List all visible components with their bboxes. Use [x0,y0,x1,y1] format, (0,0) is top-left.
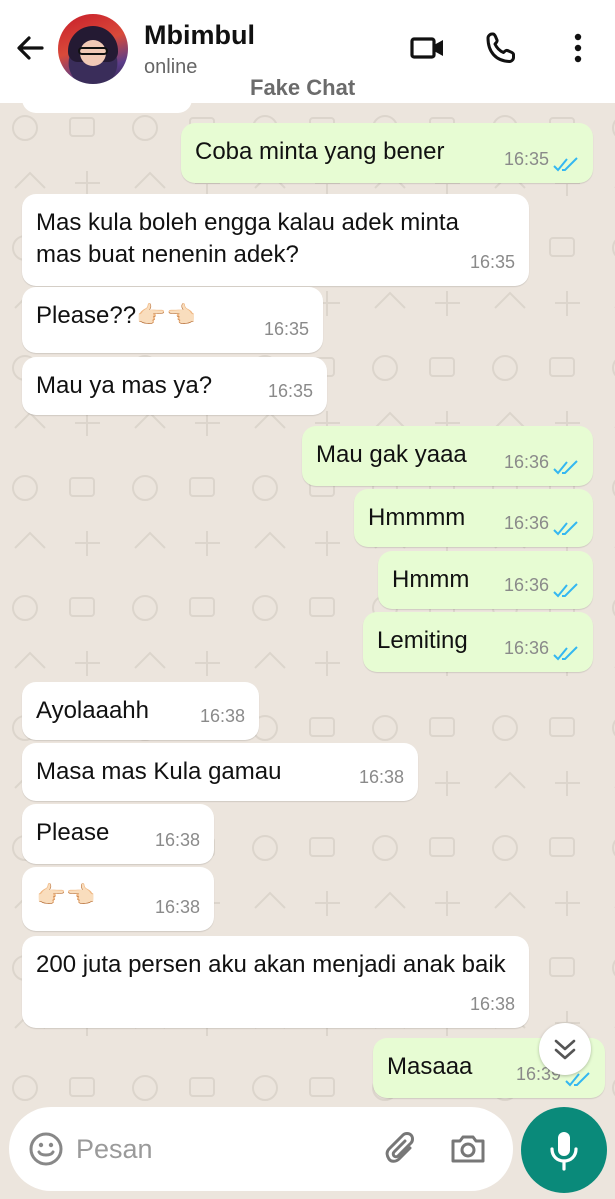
message-text: 200 juta persen aku akan menjadi anak ba… [36,951,506,978]
message-time: 16:38 [469,994,515,1014]
paperclip-icon[interactable] [382,1129,422,1169]
read-receipt-icon [553,646,578,661]
outgoing-message[interactable]: Lemiting 16:36 [363,612,593,672]
incoming-message[interactable]: Mas kula boleh engga kalau adek minta ma… [22,194,529,286]
message-text: Hmmmm [368,504,466,531]
read-receipt-icon [553,583,578,598]
incoming-message[interactable]: Please 16:38 [22,804,214,864]
message-input[interactable]: Pesan [76,1134,153,1165]
chat-header: Mbimbul online Fake Chat [0,0,615,103]
incoming-message[interactable]: 👉🏻👈🏻 16:38 [22,867,214,931]
message-text: Masa mas Kula gamau [36,758,282,785]
message-text: Please [36,819,110,846]
message-time: 16:38 [199,706,245,726]
message-text: Masaaa [387,1053,473,1080]
message-text: Mau gak yaaa [316,441,467,468]
incoming-message[interactable]: 200 juta persen aku akan menjadi anak ba… [22,936,529,1028]
outgoing-message[interactable]: Coba minta yang bener 16:35 [181,123,593,183]
read-receipt-icon [553,460,578,475]
incoming-message[interactable]: Masa mas Kula gamau 16:38 [22,743,418,801]
message-text: Ayolaaahh [36,697,149,724]
message-time: 16:36 [503,513,549,533]
emoji-icon[interactable] [27,1130,65,1168]
video-call-icon[interactable] [408,28,448,68]
message-time: 16:36 [503,638,549,658]
outgoing-message[interactable]: Hmmmm 16:36 [354,489,593,547]
incoming-message[interactable]: Ayolaaahh 16:38 [22,682,259,740]
outgoing-message[interactable]: Hmmm 16:36 [378,551,593,609]
message-time: 16:36 [503,452,549,472]
message-time: 16:35 [267,381,313,401]
contact-status: online [144,56,198,78]
message-time: 16:35 [503,149,549,169]
message-time: 16:36 [503,575,549,595]
incoming-message[interactable]: Please??👉🏻👈🏻 16:35 [22,287,323,353]
contact-name[interactable]: Mbimbul [144,20,255,51]
message-text: Coba minta yang bener [195,138,445,165]
back-arrow-icon[interactable] [12,30,48,66]
read-receipt-icon [553,521,578,536]
message-text: Hmmm [392,566,470,593]
message-time: 16:38 [154,830,200,850]
camera-icon[interactable] [448,1129,488,1169]
voice-record-button[interactable] [521,1107,607,1193]
message-text: Lemiting [377,627,468,654]
message-time: 16:38 [358,767,404,787]
double-chevron-down-icon [554,1039,576,1060]
microphone-icon [550,1132,578,1171]
message-time: 16:35 [469,252,515,272]
message-composer[interactable]: Pesan [9,1107,513,1191]
chat-area[interactable]: Coba minta yang bener 16:35 Mas kula bol… [0,83,615,1103]
message-text: Mau ya mas ya? [36,372,213,399]
read-receipt-icon [553,157,578,172]
more-options-icon[interactable] [558,28,598,68]
incoming-message[interactable]: Mau ya mas ya? 16:35 [22,357,327,415]
outgoing-message[interactable]: Mau gak yaaa 16:36 [302,426,593,486]
message-time: 16:35 [263,319,309,339]
message-text: Mas kula boleh engga kalau adek minta ma… [36,209,459,268]
message-time: 16:38 [154,897,200,917]
scroll-to-bottom-button[interactable] [539,1023,591,1075]
phone-call-icon[interactable] [482,28,522,68]
avatar[interactable] [58,14,128,84]
message-text: Please??👉🏻👈🏻 [36,302,196,329]
message-text: 👉🏻👈🏻 [36,882,96,909]
watermark-text: Fake Chat [250,75,356,100]
